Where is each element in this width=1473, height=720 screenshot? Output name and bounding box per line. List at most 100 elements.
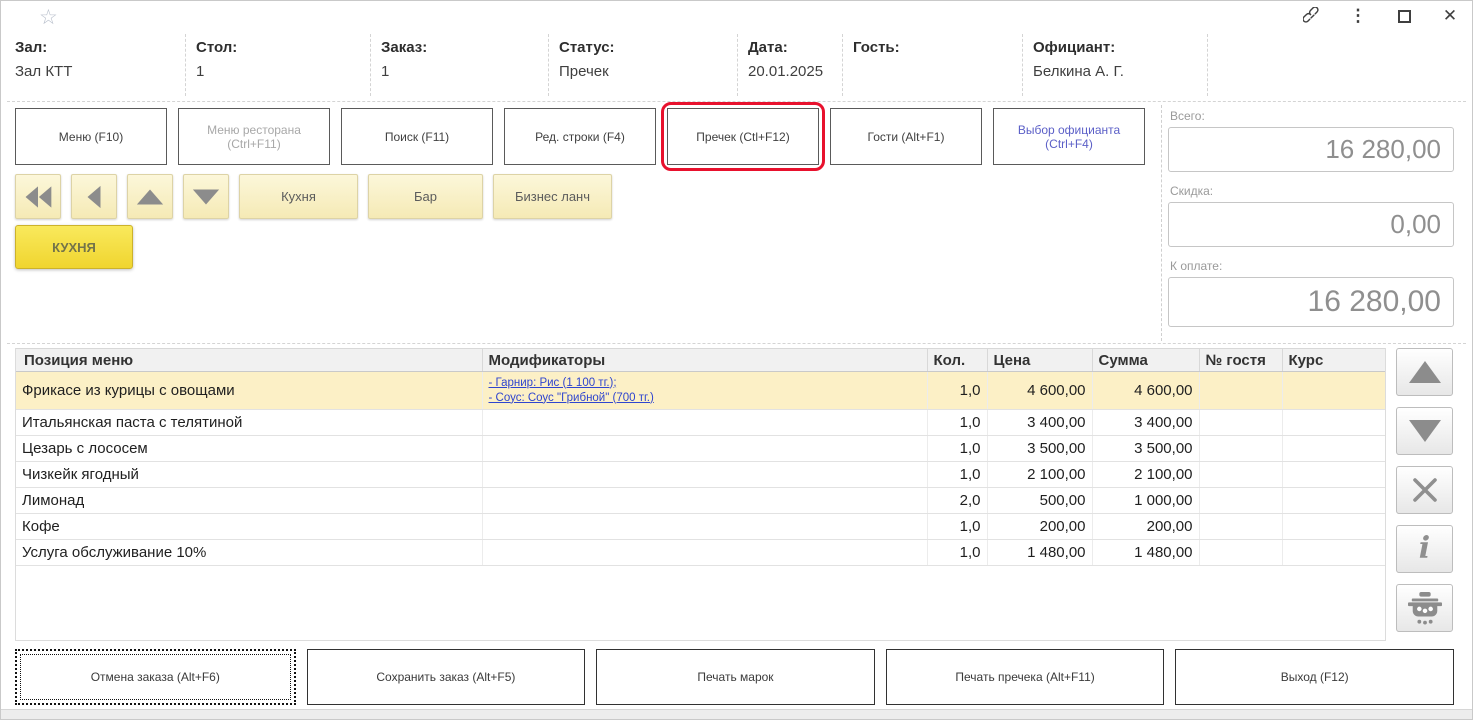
exit-button[interactable]: Выход (F12) [1175, 649, 1454, 705]
order-value: 1 [381, 60, 538, 84]
item-qty: 1,0 [927, 462, 987, 488]
restaurant-menu-button[interactable]: Меню ресторана (Ctrl+F11) [178, 108, 330, 165]
toolbar: Меню (F10) Меню ресторана (Ctrl+F11) Пои… [15, 108, 1145, 165]
menu-button[interactable]: Меню (F10) [15, 108, 167, 165]
field-guest: Гость: [853, 34, 1023, 96]
table-row[interactable]: Итальянская паста с телятиной 1,0 3 400,… [16, 410, 1386, 436]
save-order-button[interactable]: Сохранить заказ (Alt+F5) [307, 649, 586, 705]
col-guest-number[interactable]: № гостя [1199, 349, 1282, 372]
waiter-value: Белкина А. Г. [1033, 60, 1197, 84]
total-field[interactable]: 16 280,00 [1168, 127, 1454, 172]
link-icon[interactable] [1300, 4, 1324, 28]
select-waiter-button[interactable]: Выбор официанта (Ctrl+F4) [993, 108, 1145, 165]
pos-order-window: ☆ ⋮ ✕ Зал: Зал КТТ Стол: 1 Заказ: 1 [0, 0, 1473, 720]
col-qty[interactable]: Кол. [927, 349, 987, 372]
discount-field[interactable]: 0,00 [1168, 202, 1454, 247]
item-modifiers [482, 462, 927, 488]
delete-row-button[interactable] [1396, 466, 1453, 514]
table-row-selected[interactable]: Фрикасе из курицы с овощами - Гарнир: Ри… [16, 372, 1386, 410]
first-page-button[interactable] [15, 174, 61, 219]
order-info-header: Зал: Зал КТТ Стол: 1 Заказ: 1 Статус: Пр… [15, 34, 1218, 96]
modifier-link[interactable]: - Соус: Соус "Грибной" (700 тг.) [489, 391, 921, 406]
field-date: Дата: 20.01.2025 [748, 34, 843, 96]
to-pay-label: К оплате: [1170, 259, 1461, 275]
col-course[interactable]: Курс [1282, 349, 1386, 372]
totals-panel: Всего: 16 280,00 Скидка: 0,00 К оплате: … [1161, 105, 1461, 341]
item-modifiers [482, 540, 927, 566]
cancel-order-button[interactable]: Отмена заказа (Alt+F6) [15, 649, 296, 705]
print-precheck-button[interactable]: Печать пречека (Alt+F11) [886, 649, 1165, 705]
info-button[interactable]: i [1396, 525, 1453, 573]
modifier-link[interactable]: - Гарнир: Рис (1 100 тг.); [489, 376, 921, 391]
item-course [1282, 462, 1386, 488]
table-row[interactable]: Услуга обслуживание 10% 1,0 1 480,00 1 4… [16, 540, 1386, 566]
waiter-label: Официант: [1033, 36, 1197, 60]
down-arrow-icon [1407, 418, 1443, 444]
hall-label: Зал: [15, 36, 175, 60]
item-name: Итальянская паста с телятиной [16, 410, 482, 436]
more-menu-icon[interactable]: ⋮ [1346, 4, 1370, 28]
col-price[interactable]: Цена [987, 349, 1092, 372]
close-window-icon[interactable]: ✕ [1438, 4, 1462, 28]
category-kitchen-button[interactable]: Кухня [239, 174, 358, 219]
item-modifiers [482, 410, 927, 436]
item-price: 4 600,00 [987, 372, 1092, 410]
scroll-up-button[interactable] [127, 174, 173, 219]
item-modifiers [482, 436, 927, 462]
item-price: 2 100,00 [987, 462, 1092, 488]
table-row[interactable]: Кофе 1,0 200,00 200,00 [16, 514, 1386, 540]
header-divider [7, 101, 1466, 102]
col-sum[interactable]: Сумма [1092, 349, 1199, 372]
discount-label: Скидка: [1170, 184, 1461, 200]
item-price: 1 480,00 [987, 540, 1092, 566]
category-bar-button[interactable]: Бар [368, 174, 483, 219]
item-guest [1199, 514, 1282, 540]
field-order: Заказ: 1 [381, 34, 549, 96]
info-icon: i [1419, 534, 1430, 564]
footer-actions: Отмена заказа (Alt+F6) Сохранить заказ (… [15, 649, 1454, 705]
col-menu-position[interactable]: Позиция меню [16, 349, 482, 372]
item-qty: 1,0 [927, 514, 987, 540]
to-pay-field[interactable]: 16 280,00 [1168, 277, 1454, 327]
send-to-kitchen-button[interactable] [1396, 584, 1453, 632]
favorite-star-icon[interactable]: ☆ [39, 5, 58, 30]
item-guest [1199, 436, 1282, 462]
item-guest [1199, 372, 1282, 410]
search-button[interactable]: Поиск (F11) [341, 108, 493, 165]
move-row-down-button[interactable] [1396, 407, 1453, 455]
precheck-button-label: Пречек (Ctl+F12) [696, 130, 789, 144]
item-name: Цезарь с лососем [16, 436, 482, 462]
item-name: Чизкейк ягодный [16, 462, 482, 488]
print-marks-button[interactable]: Печать марок [596, 649, 875, 705]
guests-button[interactable]: Гости (Alt+F1) [830, 108, 982, 165]
table-header-row: Позиция меню Модификаторы Кол. Цена Сумм… [16, 349, 1386, 372]
delete-cross-icon [1411, 476, 1439, 504]
status-value: Пречек [559, 60, 727, 84]
item-price: 3 400,00 [987, 410, 1092, 436]
item-sum: 2 100,00 [1092, 462, 1199, 488]
move-row-up-button[interactable] [1396, 348, 1453, 396]
restore-window-icon[interactable] [1392, 4, 1416, 28]
field-waiter: Официант: Белкина А. Г. [1033, 34, 1208, 96]
table-row[interactable]: Лимонад 2,0 500,00 1 000,00 [16, 488, 1386, 514]
table-row[interactable]: Чизкейк ягодный 1,0 2 100,00 2 100,00 [16, 462, 1386, 488]
item-guest [1199, 462, 1282, 488]
item-sum: 1 480,00 [1092, 540, 1199, 566]
item-course [1282, 488, 1386, 514]
item-course [1282, 436, 1386, 462]
up-arrow-icon [1407, 359, 1443, 385]
table-value: 1 [196, 60, 360, 84]
item-name: Лимонад [16, 488, 482, 514]
edit-row-button[interactable]: Ред. строки (F4) [504, 108, 656, 165]
category-business-lunch-button[interactable]: Бизнес ланч [493, 174, 612, 219]
prev-page-button[interactable] [71, 174, 117, 219]
scroll-down-button[interactable] [183, 174, 229, 219]
left-arrow-icon [84, 184, 104, 210]
bottom-strip [1, 709, 1472, 719]
active-category-kitchen-button[interactable]: КУХНЯ [15, 225, 133, 269]
item-guest [1199, 488, 1282, 514]
table-divider [7, 343, 1466, 344]
col-modifiers[interactable]: Модификаторы [482, 349, 927, 372]
table-row[interactable]: Цезарь с лососем 1,0 3 500,00 3 500,00 [16, 436, 1386, 462]
precheck-button[interactable]: Пречек (Ctl+F12) [667, 108, 819, 165]
